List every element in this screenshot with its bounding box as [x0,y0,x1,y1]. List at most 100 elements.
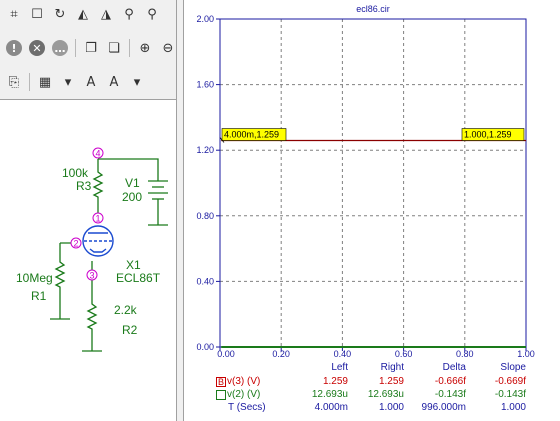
dropdown-arrow-button[interactable]: ▾ [58,72,78,92]
text-style-icon: A [109,74,119,90]
v1-value-label: 200 [122,190,142,204]
header-right: Right [380,362,404,373]
r2-resistor[interactable] [86,301,98,331]
stop-icon: ✕ [29,40,45,56]
node-1: 1 [92,212,104,224]
series-name: v(3) (V) [227,376,261,387]
toolbar-separator [29,73,30,91]
dropdown-arrow-button[interactable]: ▾ [127,72,147,92]
y-tick-label: 1.20 [196,145,214,155]
readout-right-value: 12.693u [367,389,404,400]
find-next-icon: ⚲ [147,6,157,22]
x-tick-label: 0.20 [272,349,290,359]
find-button[interactable]: ⚲ [119,4,139,24]
region-select-button[interactable]: ☐ [27,4,47,24]
toolbar-separator [129,39,130,57]
flip-vertical-icon: ◮ [101,6,111,22]
grid-button[interactable]: ▦ [35,72,55,92]
flip-horizontal-icon: ◭ [78,6,88,22]
readout-row[interactable]: Bv(3) (V) 1.259 1.259 -0.666f -0.669f [184,376,560,389]
svg-text:2: 2 [73,239,78,249]
cursor-left-label: 4.000m,1.259 [224,130,279,140]
toolbar-row-2: ! ✕ … ❐ ❏ ⊕ ⊖ [4,36,178,60]
rotate-button[interactable]: ↻ [50,4,70,24]
schematic-canvas[interactable]: 4 1 2 3 100k R3 V1 200 10Meg R1 X1 ECL86… [0,101,178,421]
more-button[interactable]: … [50,38,70,58]
node-2: 2 [70,237,82,249]
svg-text:1: 1 [95,214,100,224]
zoom-in-icon: ⊕ [139,40,151,56]
node-4: 4 [92,147,104,159]
toolbar: ⌗ ☐ ↻ ◭ ◮ ⚲ ⚲! ✕ … ❐ ❏ ⊕ ⊖ ⎘ ▦ ▾ A A ▾ [0,0,178,100]
wires [50,158,168,352]
find-next-button[interactable]: ⚲ [142,4,162,24]
r3-value-label: 100k [62,166,89,180]
toolbar-row-1: ⌗ ☐ ↻ ◭ ◮ ⚲ ⚲ [4,2,162,26]
text-button[interactable]: A [81,72,101,92]
x1-model-label: ECL86T [116,271,161,285]
readout-left-value: 4.000m [314,402,348,413]
clipboard-button[interactable]: ⎘ [4,72,24,92]
zoom-out-icon: ⊖ [162,40,174,56]
plot-chart[interactable]: ecl86.cir 0.00 0.20 0.40 0.60 0.80 1.00 0.00 0.4… [184,0,560,360]
plot-title: ecl86.cir [356,4,390,14]
plot-pane: ecl86.cir 0.00 0.20 0.40 0.60 0.80 1.00 0.00 0.4… [184,0,560,421]
readout-slope-value: 1.000 [500,402,526,413]
series-name: T (Secs) [228,402,266,413]
toolbar-row-3: ⎘ ▦ ▾ A A ▾ [4,70,147,94]
header-delta: Delta [442,362,466,373]
x-tick-label: 0.00 [217,349,235,359]
zoom-out-button[interactable]: ⊖ [158,38,178,58]
x-tick-label: 0.60 [395,349,413,359]
x-tick-label: 0.40 [334,349,352,359]
readout-row[interactable]: v(2) (V) 12.693u 12.693u -0.143f -0.143f [184,389,560,402]
rotate-icon: ↻ [54,6,66,22]
more-icon: … [52,40,68,56]
stop-button[interactable]: ✕ [27,38,47,58]
r3-resistor[interactable] [92,169,104,199]
cursor-right-label: 1.000,1.259 [464,130,512,140]
header-left: Left [331,362,348,373]
probe-button[interactable]: ! [4,38,24,58]
readout-row[interactable]: T (Secs) 4.000m 1.000 996.000m 1.000 [184,402,560,415]
flip-horizontal-button[interactable]: ◭ [73,4,93,24]
y-tick-label: 0.00 [196,342,214,352]
y-tick-label: 0.40 [196,276,214,286]
readout-slope-value: -0.143f [494,389,526,400]
find-icon: ⚲ [124,6,134,22]
header-slope: Slope [500,362,526,373]
pane-splitter[interactable] [176,0,184,421]
r1-name-label: R1 [31,289,47,303]
series-toggle-box[interactable]: B [216,377,226,387]
node-3: 3 [86,269,98,281]
select-button[interactable]: ⌗ [4,4,24,24]
readout-delta-value: -0.143f [434,389,466,400]
x1-tube[interactable] [82,225,114,257]
readout-left-value: 12.693u [311,389,348,400]
dropdown-arrow-icon: ▾ [64,74,72,90]
readout-header-row: Left Right Delta Slope [184,362,560,375]
readout-slope-value: -0.669f [494,376,526,387]
r1-resistor[interactable] [54,259,66,289]
text-style-button[interactable]: A [104,72,124,92]
paste-button[interactable]: ❏ [104,38,124,58]
v1-source[interactable] [148,180,168,208]
zoom-in-button[interactable]: ⊕ [135,38,155,58]
toolbar-separator [75,39,76,57]
x-tick-label: 0.80 [456,349,474,359]
readout-right-value: 1.259 [378,376,404,387]
copy-button[interactable]: ❐ [81,38,101,58]
text-icon: A [86,74,96,90]
flip-vertical-button[interactable]: ◮ [96,4,116,24]
r1-value-label: 10Meg [16,271,53,285]
readout-delta-value: -0.666f [434,376,466,387]
region-select-icon: ☐ [31,6,43,22]
svg-text:4: 4 [95,149,100,159]
readout-right-value: 1.000 [378,402,404,413]
r2-name-label: R2 [122,323,138,337]
r3-name-label: R3 [76,179,92,193]
probe-icon: ! [6,40,22,56]
series-toggle-box[interactable] [216,390,226,400]
cursor-readout: Left Right Delta Slope Bv(3) (V) 1.259 1.2… [184,360,560,421]
copy-icon: ❐ [85,40,97,56]
